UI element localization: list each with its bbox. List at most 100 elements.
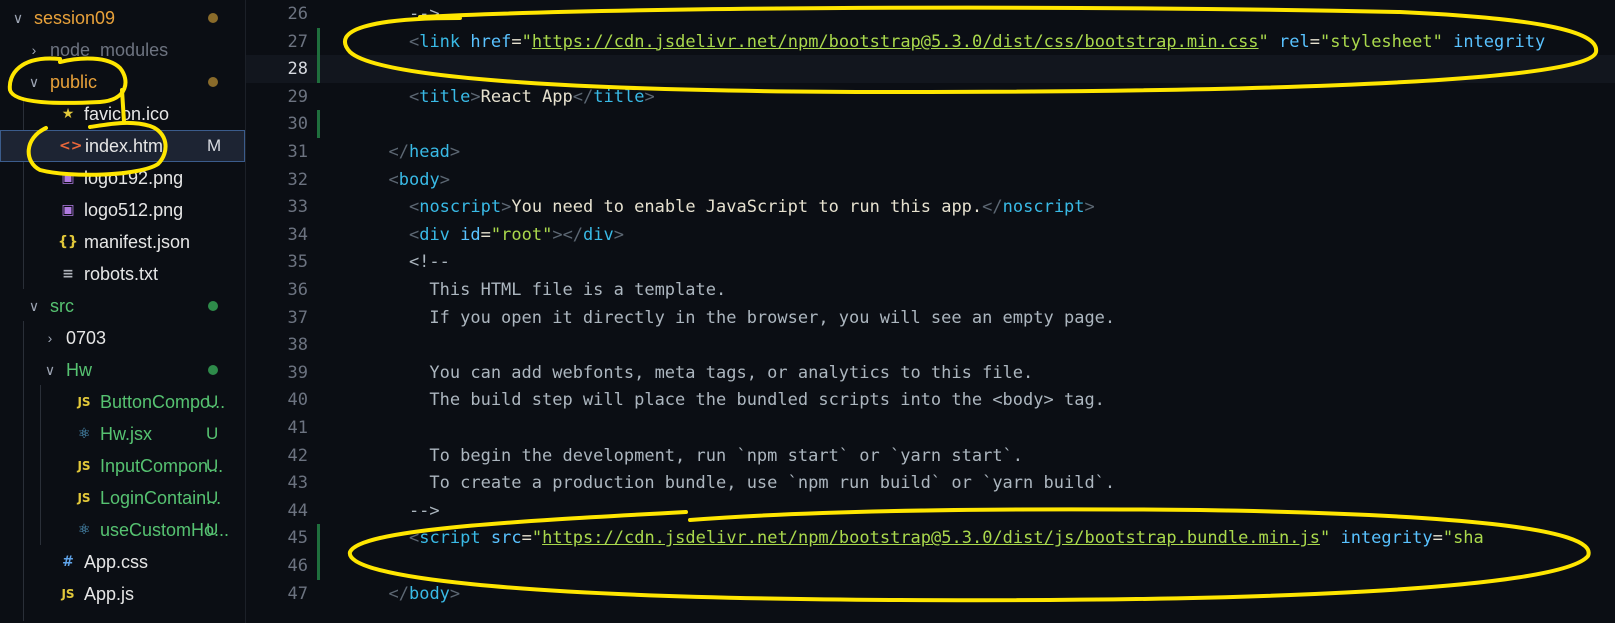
code-line[interactable]: 35 <!-- [246,248,1615,276]
tree-item-favicon-ico[interactable]: ★ favicon.ico [0,98,245,130]
tree-item-public[interactable]: ∨ public [0,66,245,98]
code-text: <noscript>You need to enable JavaScript … [368,193,1095,221]
tree-item-logo192-png[interactable]: ▣ logo192.png [0,162,245,194]
tree-item-robots-txt[interactable]: ≡ robots.txt [0,258,245,290]
code-line[interactable]: 34 <div id="root"></div> [246,221,1615,249]
git-modified-marker [317,27,320,56]
code-token: " [1258,31,1269,52]
tree-item-label: LoginContain... [100,487,222,508]
tree-item-label: 0703 [66,327,107,348]
javascript-file-icon: JS [77,395,91,409]
tree-item-usecustomho[interactable]: ⚛ useCustomHo... U [0,514,245,546]
code-line[interactable]: 36 This HTML file is a template. [246,276,1615,304]
code-line[interactable]: 47 </body> [246,580,1615,608]
tree-item-manifest-json[interactable]: {} manifest.json [0,226,245,258]
line-number: 34 [287,224,308,245]
code-token: body [408,583,450,604]
javascript-file-icon: JS [77,491,91,505]
status-dot [208,13,218,23]
tree-item-inputcompon[interactable]: JS InputCompon... U [0,450,245,482]
code-editor[interactable]: 26 --> 27 <link href="https://cdn.jsdeliv… [246,0,1615,623]
code-line[interactable]: 37 If you open it directly in the browse… [246,304,1615,332]
line-number: 32 [287,169,308,190]
code-token: < [408,86,420,107]
code-token: > [449,142,461,162]
line-number: 33 [287,197,308,218]
tree-item-hw-jsx[interactable]: ⚛ Hw.jsx U [0,418,245,450]
tree-item-src[interactable]: ∨ src [0,290,245,322]
code-token: < [408,224,420,245]
tree-item-0703[interactable]: › 0703 [0,322,245,354]
javascript-file-icon: JS [77,459,91,473]
code-token: "stylesheet" [1320,31,1443,52]
code-line[interactable]: 42 To begin the development, run `npm st… [246,442,1615,470]
code-line[interactable]: 45 <script src="https://cdn.jsdelivr.net… [246,524,1615,553]
code-line[interactable]: 29 <title>React App</title> [246,83,1615,111]
code-line[interactable]: 43 To create a production bundle, use `n… [246,469,1615,497]
git-modified-marker [317,524,320,553]
code-line[interactable]: 30 [246,110,1615,139]
code-line[interactable]: 38 [246,331,1615,359]
code-token: React App [480,86,573,107]
code-token: = [1309,31,1321,52]
code-token: If you open it directly in the browser, … [368,307,1116,328]
code-line[interactable]: 27 <link href="https://cdn.jsdelivr.net/… [246,27,1615,56]
code-line[interactable]: 46 [246,552,1615,580]
code-token: div [583,224,614,245]
status-dot [208,77,218,87]
line-number: 45 [287,528,308,549]
line-number: 43 [287,473,308,494]
git-status-badge: U [206,520,219,539]
code-token: " [521,31,532,52]
chevron-down-icon[interactable]: ∨ [10,10,26,27]
chevron-right-icon[interactable]: › [42,330,58,346]
code-token: integrity [1340,528,1433,549]
git-modified-marker [317,110,320,139]
git-status-badge: U [206,392,219,411]
tree-item-label: node_modules [50,39,169,60]
tree-item-label: robots.txt [84,263,159,284]
tree-item-buttoncompo[interactable]: JS ButtonCompo... U [0,386,245,418]
tree-item-index-html[interactable]: <> index.html M [0,130,245,162]
image-file-icon: ▣ [61,202,75,218]
chevron-right-icon[interactable]: › [26,42,42,58]
git-modified-marker [317,55,320,84]
git-status-badge: U [206,456,219,475]
line-number: 37 [287,307,308,328]
tree-item-session09[interactable]: ∨ session09 [0,2,245,34]
tree-item-label: favicon.ico [84,103,170,124]
code-line[interactable]: 40 The build step will place the bundled… [246,386,1615,414]
tree-item-node-modules[interactable]: › node_modules [0,34,245,66]
line-number: 31 [287,142,308,162]
code-line[interactable]: 41 [246,414,1615,442]
tree-item-label: Hw.jsx [100,423,153,444]
code-token: > [644,86,655,107]
code-line[interactable]: 26 --> [246,0,1615,28]
tree-item-logincontain[interactable]: JS LoginContain... U [0,482,245,514]
chevron-down-icon[interactable]: ∨ [42,362,58,379]
tree-item-logo512-png[interactable]: ▣ logo512.png [0,194,245,226]
tree-item-app-css[interactable]: # App.css [0,546,245,578]
tree-item-app-js[interactable]: JS App.js [0,578,245,610]
code-token: noscript [1002,197,1085,218]
code-text: The build step will place the bundled sc… [368,386,1105,414]
code-token: link [419,31,461,52]
line-number: 35 [287,252,308,273]
tree-item-label: logo192.png [84,167,184,188]
code-line[interactable]: 44 --> [246,497,1615,525]
css-file-icon: # [62,554,74,570]
code-token: You need to enable JavaScript to run thi… [511,197,983,218]
chevron-down-icon[interactable]: ∨ [26,298,42,315]
code-line[interactable]: 39 You can add webfonts, meta tags, or a… [246,359,1615,387]
image-file-icon: ▣ [61,170,75,186]
code-token: div [419,224,450,245]
code-line[interactable]: 28 [246,55,1615,84]
tree-item-hw[interactable]: ∨ Hw [0,354,245,386]
code-line[interactable]: 32 <body> [246,166,1615,194]
chevron-down-icon[interactable]: ∨ [26,74,42,91]
code-line[interactable]: 31 </head> [246,138,1615,166]
code-line[interactable]: 33 <noscript>You need to enable JavaScri… [246,193,1615,221]
